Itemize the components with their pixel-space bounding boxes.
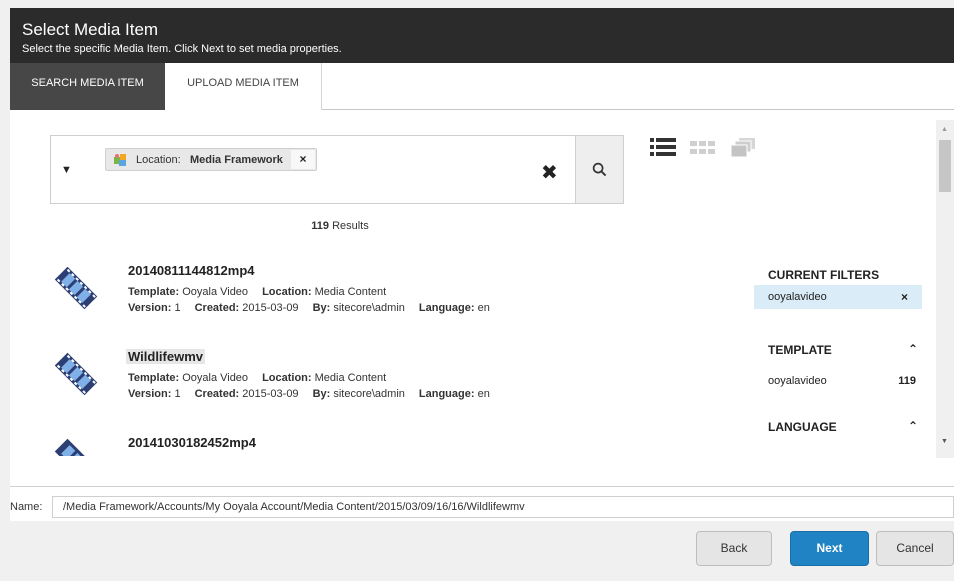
list-item[interactable]: 20140811144812mp4 Template: Ooyala Video…	[10, 260, 754, 340]
template-facet-title[interactable]: TEMPLATE	[768, 343, 832, 357]
select-media-dialog: Select Media Item Select the specific Me…	[10, 8, 954, 581]
location-puzzle-icon	[114, 154, 126, 166]
item-name-selected[interactable]: Wildlifewmv	[126, 349, 206, 364]
media-results-list: 20140811144812mp4 Template: Ooyala Video…	[10, 248, 754, 456]
chip-value: Media Framework	[190, 154, 283, 166]
clear-search-icon[interactable]: ✖	[541, 160, 558, 185]
search-icon	[592, 162, 607, 177]
list-item[interactable]: Wildlifewmv Template: Ooyala Video Locati…	[10, 346, 754, 426]
video-film-icon	[54, 266, 98, 310]
dialog-title: Select Media Item	[22, 20, 159, 39]
facet-value: ooyalavideo	[768, 375, 827, 387]
item-meta-line-1: Template: Ooyala Video Location: Media Co…	[128, 372, 387, 384]
current-filters-title: CURRENT FILTERS	[768, 268, 880, 282]
tab-bar: SEARCH MEDIA ITEM UPLOAD MEDIA ITEM	[10, 63, 954, 110]
list-view-icon[interactable]	[650, 138, 676, 156]
current-filter-value: ooyalavideo	[768, 291, 827, 303]
current-filter-item[interactable]: ooyalavideo ×	[754, 285, 922, 309]
dialog-header: Select Media Item Select the specific Me…	[10, 8, 954, 63]
scrollbar-thumb[interactable]	[939, 140, 951, 192]
results-number: 119	[311, 220, 329, 232]
facet-count: 119	[898, 375, 916, 387]
cancel-button[interactable]: Cancel	[876, 531, 954, 566]
chevron-up-icon[interactable]: ⌃	[908, 419, 918, 433]
item-meta-line-2: Version: 1 Created: 2015-03-09 By: sitecor…	[128, 302, 490, 314]
results-count: 119 Results	[10, 220, 670, 232]
chip-key: Location:	[136, 154, 181, 166]
search-box[interactable]: ▼ Location: Media Framework × ✖	[50, 135, 576, 204]
back-button[interactable]: Back	[696, 531, 772, 566]
grid-view-icon[interactable]	[690, 138, 716, 156]
scroll-down-icon[interactable]: ▼	[941, 438, 948, 445]
tab-upload-media-item[interactable]: UPLOAD MEDIA ITEM	[165, 63, 322, 110]
dialog-subtitle: Select the specific Media Item. Click Ne…	[22, 43, 342, 55]
item-name[interactable]: 20141030182452mp4	[128, 435, 256, 450]
list-item[interactable]: 20141030182452mp4	[10, 432, 754, 456]
language-facet-title[interactable]: LANGUAGE	[768, 420, 837, 434]
scroll-up-icon[interactable]: ▲	[941, 126, 948, 133]
filters-panel: CURRENT FILTERS ooyalavideo × TEMPLATE ⌃…	[754, 256, 922, 456]
location-filter-chip[interactable]: Location: Media Framework ×	[105, 148, 317, 171]
remove-filter-icon[interactable]: ×	[901, 290, 908, 304]
remove-chip-icon[interactable]: ×	[291, 150, 315, 169]
results-scrollbar[interactable]: ▲ ▼	[936, 120, 954, 458]
chevron-up-icon[interactable]: ⌃	[908, 342, 918, 356]
stack-view-icon[interactable]	[730, 138, 756, 158]
search-button[interactable]	[576, 135, 624, 204]
next-button[interactable]: Next	[790, 531, 869, 566]
dropdown-arrow-icon[interactable]: ▼	[61, 164, 72, 176]
video-film-icon	[54, 352, 98, 396]
name-path-field[interactable]: /Media Framework/Accounts/My Ooyala Acco…	[52, 496, 954, 518]
video-film-icon	[54, 438, 98, 456]
item-name[interactable]: 20140811144812mp4	[128, 263, 255, 278]
item-meta-line-1: Template: Ooyala Video Location: Media Co…	[128, 286, 387, 298]
name-label: Name:	[10, 501, 43, 513]
tab-search-media-item[interactable]: SEARCH MEDIA ITEM	[10, 63, 165, 110]
divider	[10, 486, 954, 487]
item-meta-line-2: Version: 1 Created: 2015-03-09 By: sitecor…	[128, 388, 490, 400]
results-label: Results	[332, 220, 369, 232]
dialog-footer: Back Next Cancel	[10, 521, 954, 581]
